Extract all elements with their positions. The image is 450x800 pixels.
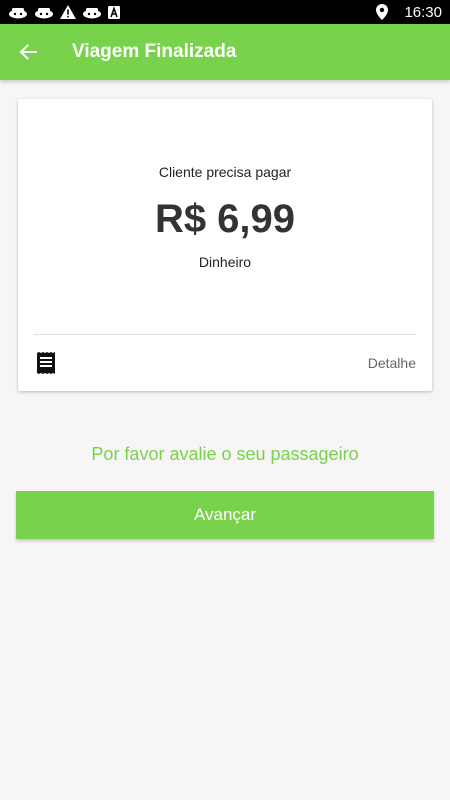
rate-passenger-prompt[interactable]: Por favor avalie o seu passageiro: [0, 444, 450, 465]
card-divider: [34, 334, 416, 335]
receipt-icon[interactable]: [36, 352, 56, 374]
android-bot-icon: [8, 6, 28, 19]
detail-link[interactable]: Detalhe: [368, 355, 416, 371]
back-button[interactable]: [14, 38, 42, 66]
page-title: Viagem Finalizada: [72, 41, 237, 62]
status-time: 16:30: [404, 3, 442, 21]
arrow-back-icon: [19, 43, 37, 61]
warning-icon: [60, 5, 76, 19]
android-bot-icon: [82, 6, 102, 19]
payment-label: Cliente precisa pagar: [158, 164, 292, 180]
android-bot-icon: [34, 6, 54, 19]
app-a-icon: [108, 5, 120, 19]
location-pin-icon: [376, 4, 389, 20]
advance-button[interactable]: Avançar: [16, 491, 434, 539]
payment-amount: R$ 6,99: [154, 197, 296, 241]
notification-icons: [8, 4, 120, 20]
payment-method: Dinheiro: [198, 254, 252, 270]
app-bar: Viagem Finalizada: [0, 24, 450, 80]
status-right: 16:30: [376, 0, 442, 24]
payment-card: Cliente precisa pagar R$ 6,99 Dinheiro D…: [18, 99, 432, 391]
status-bar: 16:30: [0, 0, 450, 24]
